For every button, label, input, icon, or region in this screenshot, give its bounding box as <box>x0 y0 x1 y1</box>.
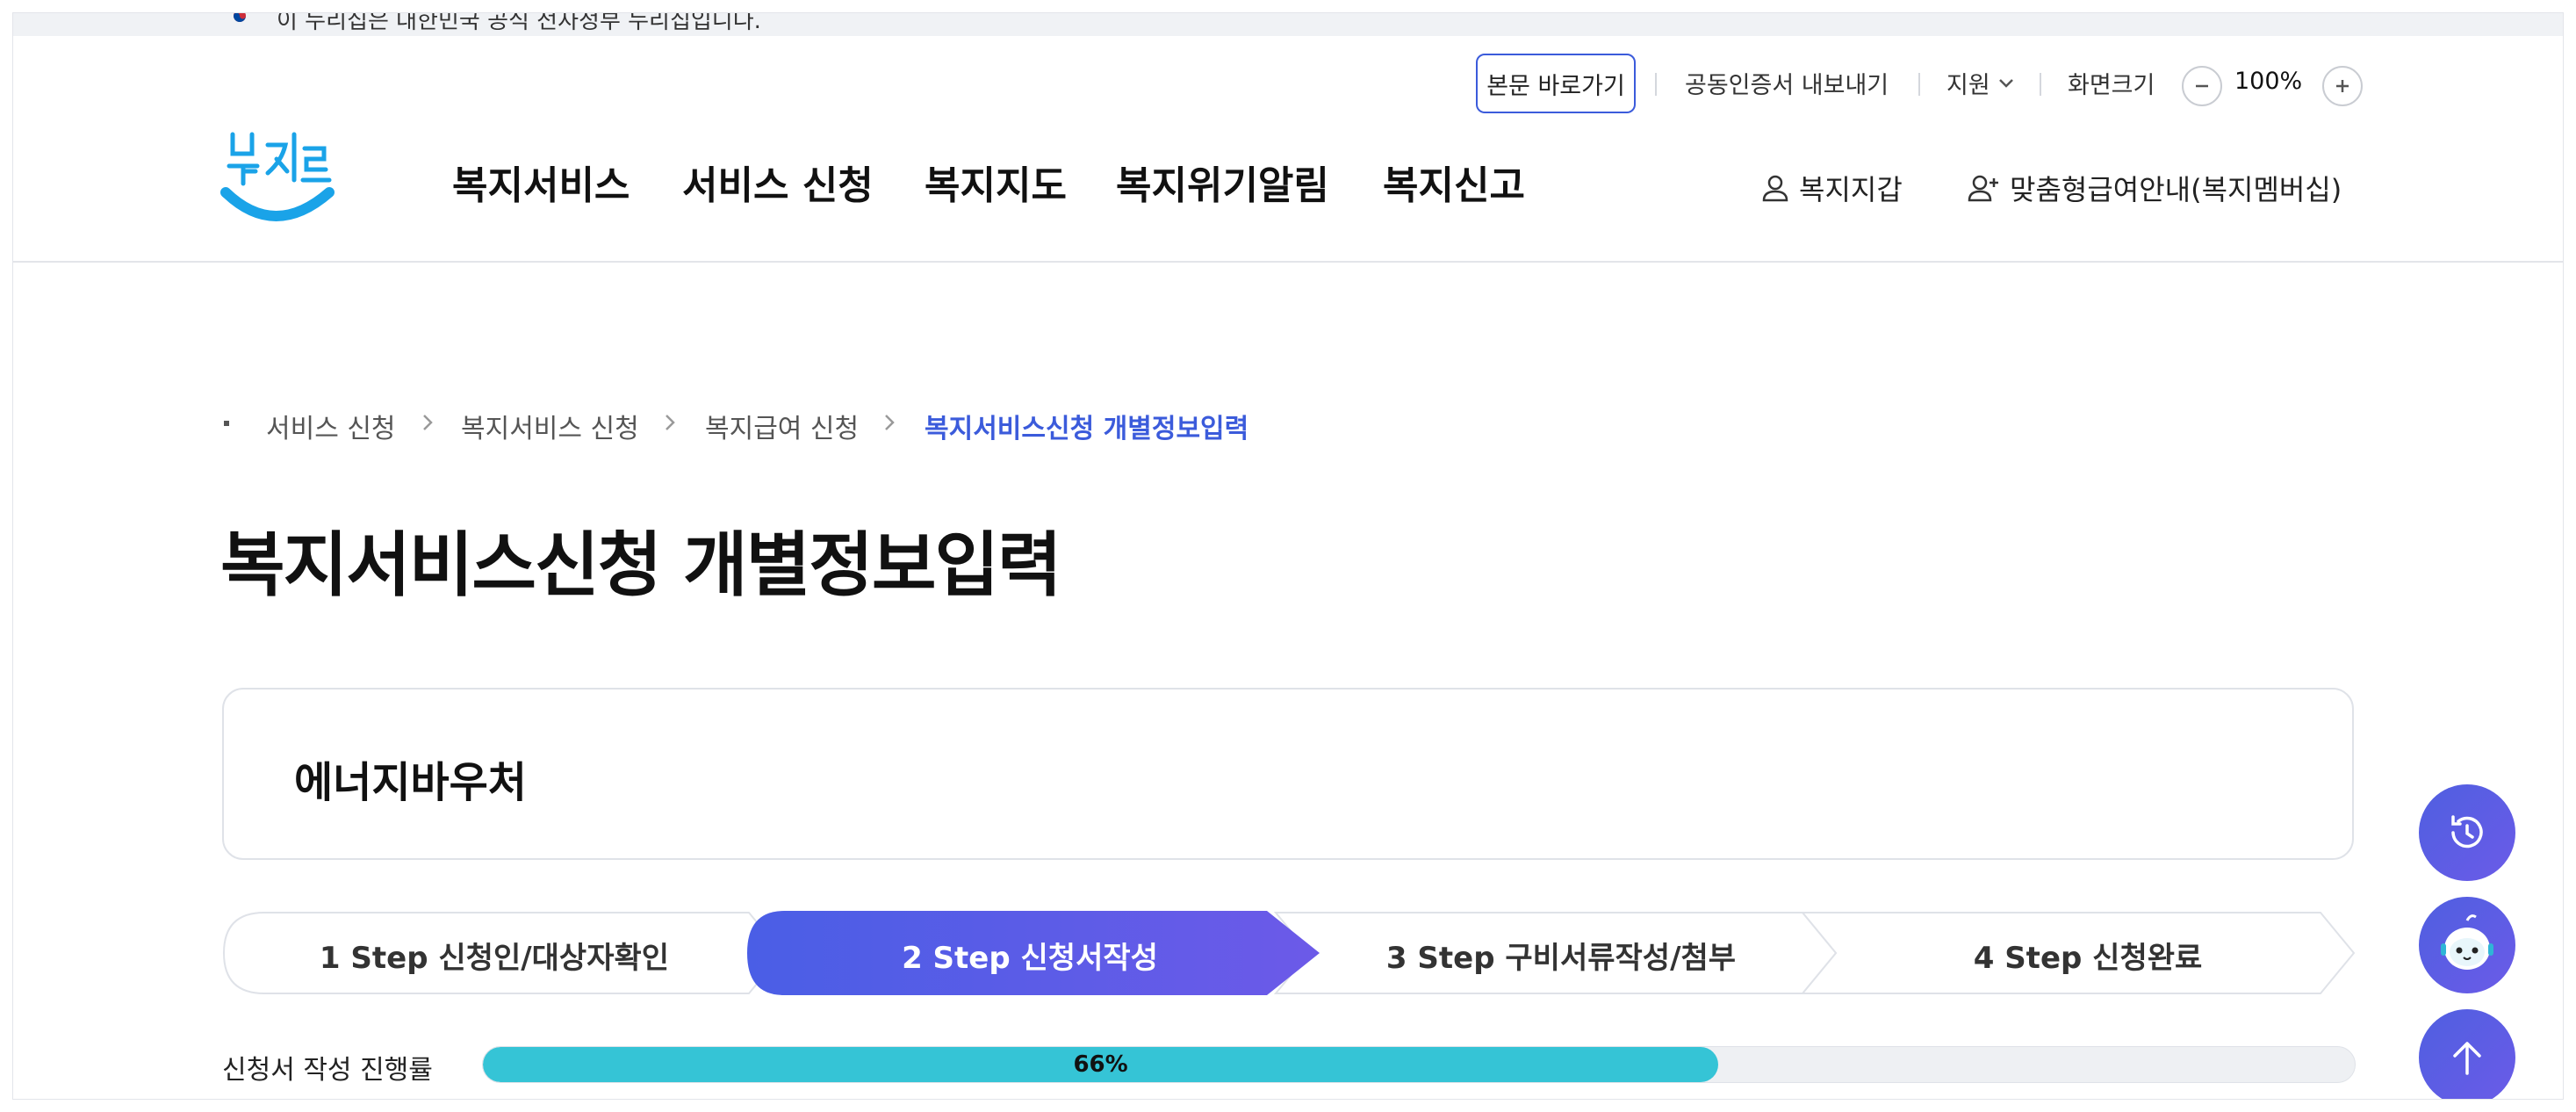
gnb-welfare-map[interactable]: 복지지도 <box>925 154 1067 210</box>
welfare-wallet-link[interactable]: 복지지갑 <box>1760 168 1903 208</box>
chevron-right-icon <box>885 415 895 430</box>
gnb-service-apply[interactable]: 서비스 신청 <box>682 154 874 210</box>
chevron-right-icon <box>423 415 433 430</box>
gov-banner-text: 이 누리집은 대한민국 공식 전자정부 누리집입니다. <box>277 12 761 34</box>
breadcrumb-current: 복지서비스신청 개별정보입력 <box>925 414 1249 444</box>
minus-icon <box>2196 84 2208 88</box>
scroll-to-top-button[interactable] <box>2419 1009 2515 1099</box>
breadcrumb-item[interactable]: 복지서비스 신청 <box>461 407 639 445</box>
step-4-label: 4 Step 신청완료 <box>1973 941 2203 976</box>
page-frame: 이 누리집은 대한민국 공식 전자정부 누리집입니다. 본문 바로가기 공동인증… <box>12 12 2564 1100</box>
chevron-down-icon <box>1998 78 2013 88</box>
membership-link[interactable]: 맞춤형급여안내(복지멤버십) <box>1968 168 2342 208</box>
gnb-welfare-report[interactable]: 복지신고 <box>1383 154 1525 210</box>
gnb-welfare-services[interactable]: 복지서비스 <box>452 154 630 210</box>
step-indicator: 1 Step 신청인/대상자확인 2 Step 신청서작성 3 Step 구비서… <box>222 911 2356 995</box>
arrow-up-icon <box>2453 1042 2481 1075</box>
divider <box>1918 73 1920 96</box>
support-label: 지원 <box>1946 72 1990 99</box>
skip-to-content-button[interactable]: 본문 바로가기 <box>1476 54 1636 113</box>
chevron-right-icon <box>666 415 675 430</box>
gov-banner: 이 누리집은 대한민국 공식 전자정부 누리집입니다. <box>13 13 2563 36</box>
chatbot-button[interactable] <box>2419 897 2515 993</box>
progress-value: 66% <box>1073 1051 1128 1078</box>
gnb-crisis-alert[interactable]: 복지위기알림 <box>1116 154 1329 210</box>
page-title: 복지서비스신청 개별정보입력 <box>220 524 1062 606</box>
zoom-out-button[interactable] <box>2182 66 2222 106</box>
divider <box>1655 73 1657 96</box>
support-dropdown[interactable]: 지원 <box>1946 66 2015 100</box>
welfare-wallet-label: 복지지갑 <box>1799 173 1903 206</box>
breadcrumb-item[interactable]: 서비스 신청 <box>266 407 396 445</box>
progress-bar: 66% <box>482 1046 2356 1083</box>
user-plus-icon <box>1968 175 1998 202</box>
service-name: 에너지바우처 <box>294 758 527 807</box>
step-1-label: 1 Step 신청인/대상자확인 <box>319 941 670 976</box>
chatbot-mascot-icon <box>2441 914 2493 970</box>
breadcrumb-item[interactable]: 복지급여 신청 <box>705 407 859 445</box>
plus-icon <box>2336 80 2349 92</box>
bokjiro-logo[interactable] <box>220 119 343 233</box>
membership-label: 맞춤형급여안내(복지멤버십) <box>2010 173 2342 206</box>
divider <box>2040 73 2041 96</box>
recent-history-button[interactable] <box>2419 784 2515 881</box>
korea-flag-icon <box>234 13 246 22</box>
bokjiro-logo-mark <box>220 132 335 221</box>
cert-export-link[interactable]: 공동인증서 내보내기 <box>1685 66 1889 100</box>
progress-label: 신청서 작성 진행률 <box>222 1055 433 1086</box>
breadcrumb-bullet <box>224 421 229 426</box>
step-2-label: 2 Step 신청서작성 <box>902 941 1158 976</box>
service-info-box: 에너지바우처 <box>222 688 2354 860</box>
screen-size-label: 화면크기 <box>2068 72 2155 99</box>
zoom-value: 100% <box>2234 68 2303 95</box>
header-divider <box>13 261 2563 263</box>
zoom-in-button[interactable] <box>2322 66 2363 106</box>
history-clock-icon <box>2451 815 2483 848</box>
user-icon <box>1762 175 1788 202</box>
step-3-label: 3 Step 구비서류작성/첨부 <box>1385 941 1737 976</box>
